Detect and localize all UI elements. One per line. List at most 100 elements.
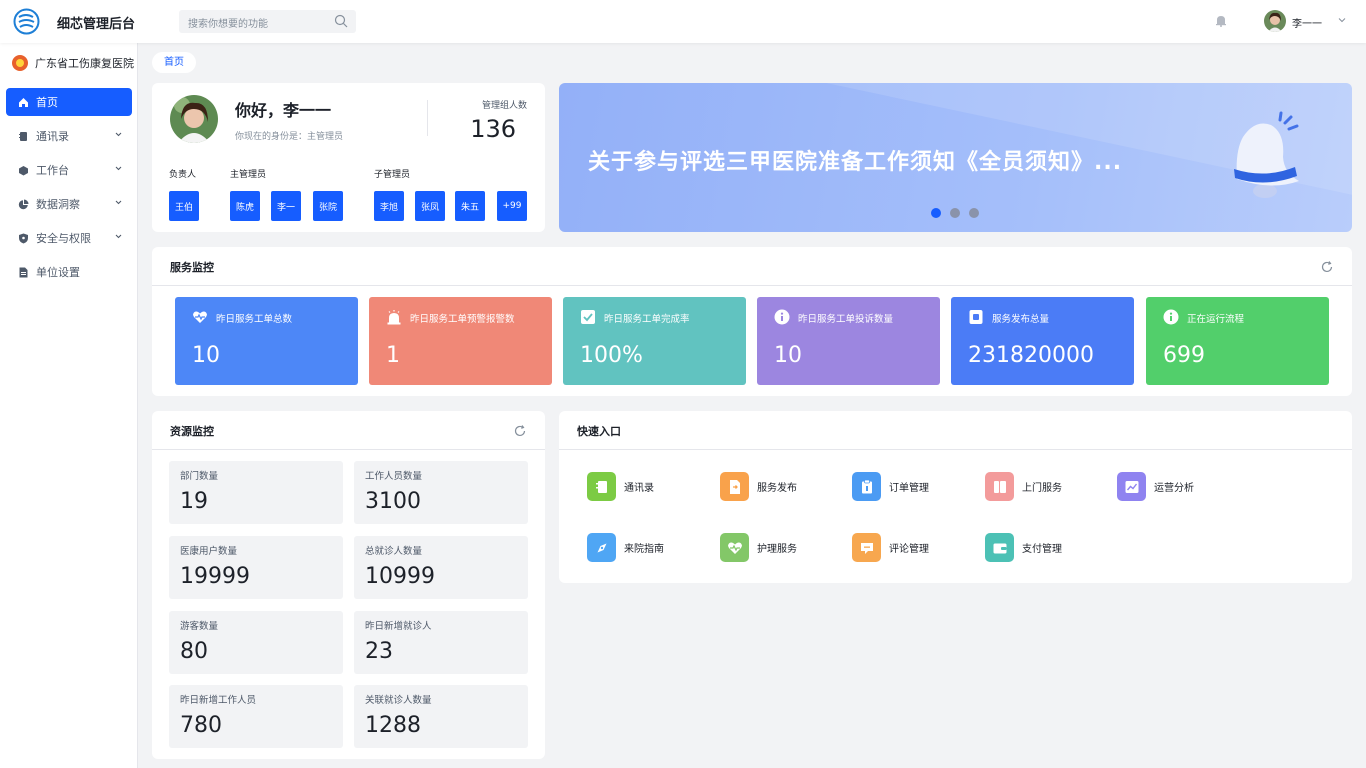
stat-tile[interactable]: 昨日服务工单预警报警数 1	[369, 297, 552, 385]
stat-value: 1	[386, 343, 400, 368]
main-admin-label: 主管理员	[230, 170, 267, 180]
refresh-icon[interactable]	[1320, 260, 1334, 274]
quick-item-nursing-service[interactable]: 护理服务	[720, 533, 797, 562]
resource-stat: 部门数量 19	[169, 461, 343, 524]
chart-icon	[1117, 472, 1146, 501]
user-avatar[interactable]	[1264, 10, 1286, 32]
resource-value: 23	[365, 639, 393, 664]
heart-icon	[193, 311, 207, 323]
bell-illustration-icon	[1234, 111, 1299, 198]
resource-label: 医康用户数量	[180, 546, 238, 557]
stat-label: 昨日服务工单完成率	[604, 314, 690, 325]
search-input[interactable]: 搜索你想要的功能	[179, 10, 356, 33]
app-logo-icon[interactable]	[13, 8, 40, 35]
sidebar-item-data-insight[interactable]: 数据洞察	[6, 190, 132, 218]
stat-tile[interactable]: 正在运行流程 699	[1146, 297, 1329, 385]
chevron-down-icon	[115, 234, 122, 239]
quick-item-comment-management[interactable]: 评论管理	[852, 533, 929, 562]
resource-label: 总就诊人数量	[365, 546, 423, 557]
resource-label: 部门数量	[180, 471, 219, 482]
section-title: 资源监控	[170, 425, 214, 438]
resource-stat: 总就诊人数量 10999	[354, 536, 528, 599]
welcome-card: 你好，李一一 你现在的身份是：主管理员 管理组人数 136 负责人 主管理员 子…	[152, 83, 545, 232]
quick-item-home-service[interactable]: 上门服务	[985, 472, 1062, 501]
sidebar-item-security[interactable]: 安全与权限	[6, 224, 132, 252]
compass-icon	[587, 533, 616, 562]
chevron-down-icon	[115, 132, 122, 137]
search-icon[interactable]	[334, 14, 348, 28]
resource-value: 780	[180, 713, 222, 738]
sidebar: 广东省工伤康复医院 首页 通讯录 工作台 数据洞察 安全与权限 单位设置	[0, 43, 138, 768]
refresh-icon[interactable]	[513, 424, 527, 438]
manager-count: 136	[470, 115, 516, 143]
resource-label: 工作人员数量	[365, 471, 423, 482]
quick-item-order-management[interactable]: 订单管理	[852, 472, 929, 501]
resource-value: 80	[180, 639, 208, 664]
quick-item-operations-analysis[interactable]: 运营分析	[1117, 472, 1194, 501]
owner-label: 负责人	[169, 170, 197, 180]
check-icon	[581, 310, 595, 324]
sub-admin-chip[interactable]: 李旭	[374, 191, 404, 221]
resource-value: 1288	[365, 713, 421, 738]
quick-item-label: 通讯录	[624, 483, 654, 494]
manager-count-label: 管理组人数	[481, 101, 527, 111]
sidebar-item-home[interactable]: 首页	[6, 88, 132, 116]
quick-item-hospital-guide[interactable]: 来院指南	[587, 533, 664, 562]
main-admin-chip[interactable]: 陈虎	[230, 191, 260, 221]
stat-tile[interactable]: 服务发布总量 231820000	[951, 297, 1134, 385]
divider	[559, 449, 1352, 450]
quick-item-label: 上门服务	[1022, 483, 1062, 494]
notification-bell-icon[interactable]	[1215, 15, 1227, 27]
comment-icon	[852, 533, 881, 562]
sub-admin-chip[interactable]: 张凤	[415, 191, 445, 221]
carousel-dot[interactable]	[969, 208, 979, 218]
divider	[152, 285, 1352, 286]
chevron-down-icon[interactable]	[1337, 15, 1347, 25]
announcement-banner[interactable]: 关于参与评选三甲医院准备工作须知《全员须知》...	[559, 83, 1352, 232]
main-admin-chip[interactable]: 张院	[313, 191, 343, 221]
avatar	[170, 95, 218, 143]
sub-admin-chip[interactable]: 朱五	[455, 191, 485, 221]
breadcrumb-home[interactable]: 首页	[152, 52, 196, 73]
resource-label: 关联就诊人数量	[365, 695, 432, 706]
stat-value: 699	[1163, 343, 1205, 368]
book-icon	[587, 472, 616, 501]
organization[interactable]: 广东省工伤康复医院	[12, 55, 134, 71]
stat-label: 昨日服务工单投诉数量	[798, 314, 894, 325]
stat-tile[interactable]: 昨日服务工单完成率 100%	[563, 297, 746, 385]
quick-item-label: 来院指南	[624, 544, 664, 555]
resource-label: 昨日新增就诊人	[365, 621, 432, 632]
order-icon	[852, 472, 881, 501]
banner-title[interactable]: 关于参与评选三甲医院准备工作须知《全员须知》...	[588, 144, 1122, 176]
owner-chip[interactable]: 王伯	[169, 191, 199, 221]
sidebar-item-workbench[interactable]: 工作台	[6, 156, 132, 184]
sidebar-item-unit-settings[interactable]: 单位设置	[6, 258, 132, 286]
quick-item-contacts[interactable]: 通讯录	[587, 472, 654, 501]
shield-icon	[19, 233, 28, 243]
stat-value: 100%	[580, 343, 643, 368]
main-admin-chip[interactable]: 李一	[271, 191, 301, 221]
carousel-dot[interactable]	[950, 208, 960, 218]
resource-value: 3100	[365, 489, 421, 514]
carousel-dot[interactable]	[931, 208, 941, 218]
stat-value: 10	[192, 343, 220, 368]
quick-item-payment-management[interactable]: 支付管理	[985, 533, 1062, 562]
sidebar-item-contacts[interactable]: 通讯录	[6, 122, 132, 150]
section-title: 快速入口	[577, 425, 621, 438]
resource-stat: 关联就诊人数量 1288	[354, 685, 528, 748]
chevron-down-icon	[115, 200, 122, 205]
info-icon	[774, 309, 790, 325]
quick-item-service-publish[interactable]: 服务发布	[720, 472, 797, 501]
sidebar-item-label: 通讯录	[36, 130, 69, 143]
quick-item-label: 订单管理	[889, 483, 929, 494]
hospital-logo-icon	[12, 55, 28, 71]
stat-tile[interactable]: 昨日服务工单总数 10	[175, 297, 358, 385]
more-admins-chip[interactable]: +99	[497, 191, 527, 221]
quick-item-label: 护理服务	[757, 544, 797, 555]
search-placeholder: 搜索你想要的功能	[188, 19, 268, 30]
divider	[427, 100, 428, 136]
alarm-icon	[387, 310, 401, 325]
user-name[interactable]: 李一一	[1292, 15, 1322, 30]
stat-tile[interactable]: 昨日服务工单投诉数量 10	[757, 297, 940, 385]
section-title: 服务监控	[170, 261, 214, 274]
